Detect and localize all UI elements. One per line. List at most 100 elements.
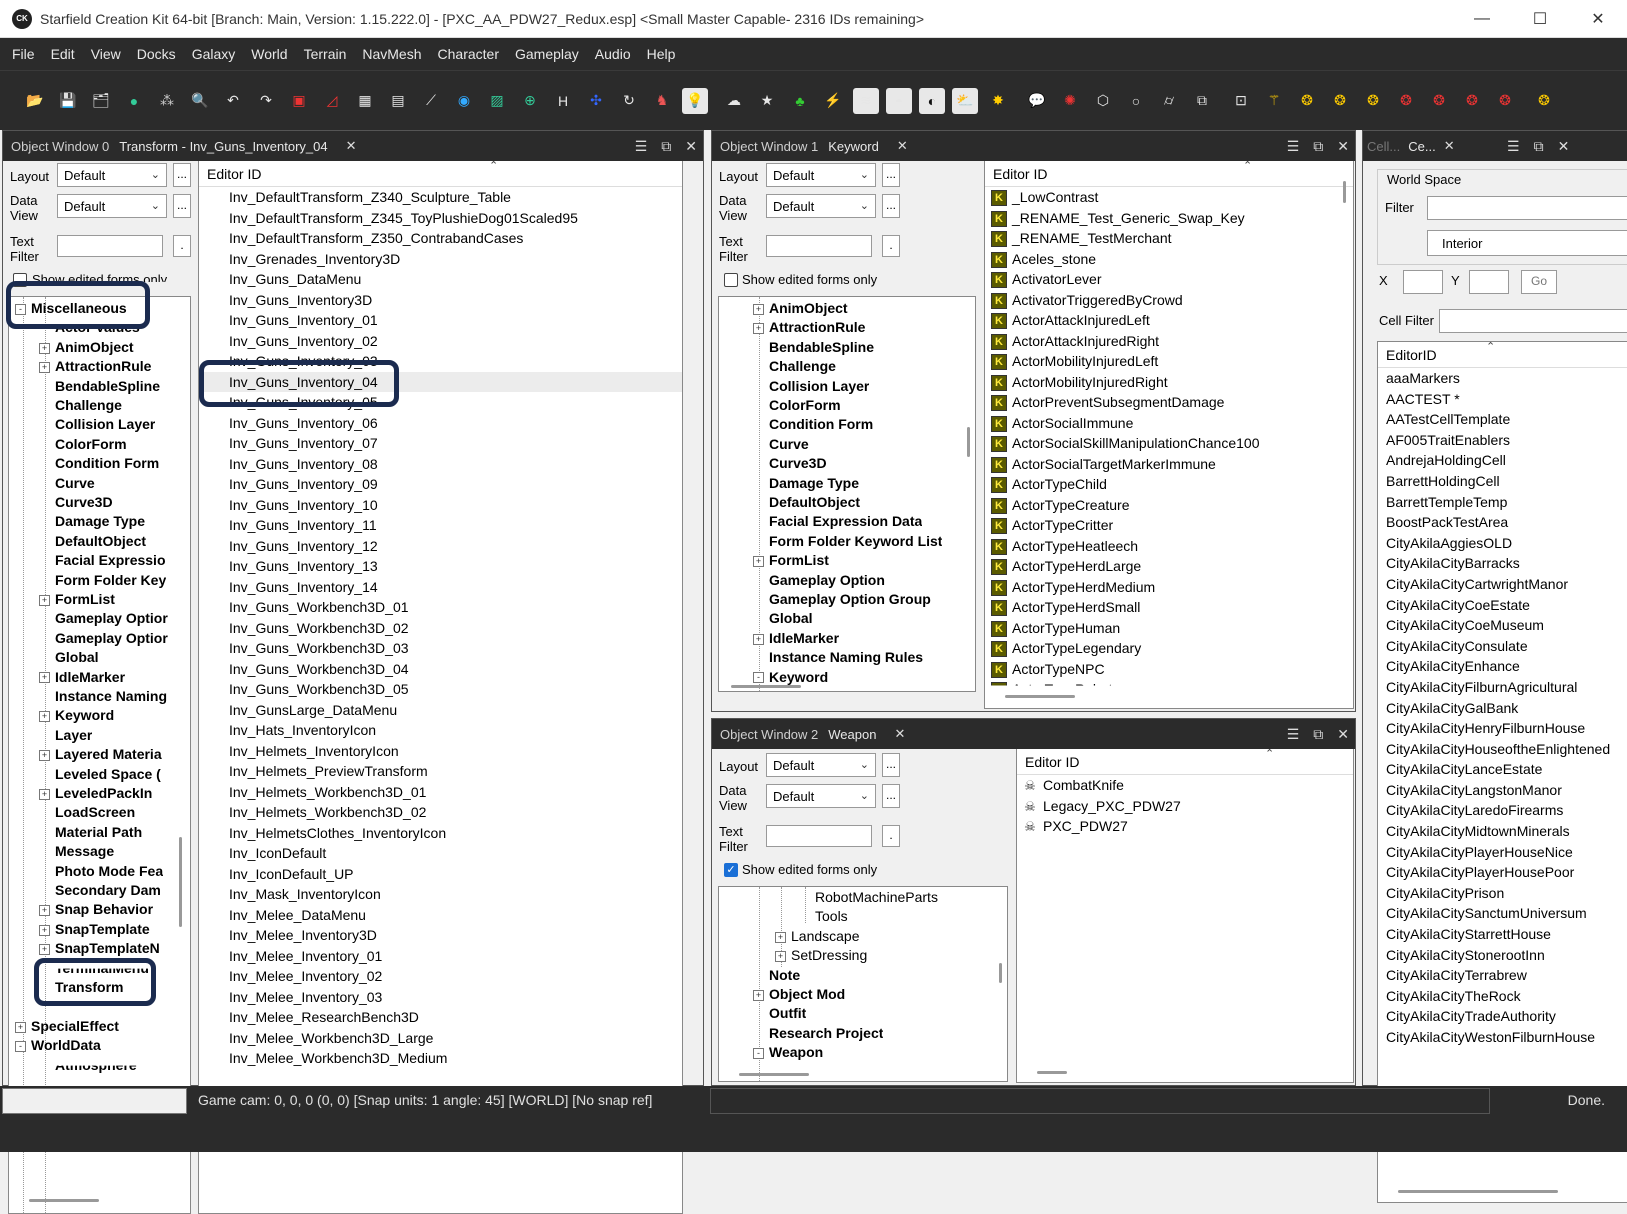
horizontal-scrollbar[interactable] xyxy=(731,685,801,688)
layout-more-button[interactable]: ... xyxy=(882,753,900,777)
tree-item[interactable]: LoadScreen xyxy=(55,803,135,822)
list-item[interactable]: Inv_GunsLarge_DataMenu xyxy=(199,700,682,721)
list-item[interactable]: AndrejaHoldingCell xyxy=(1378,450,1627,471)
list-item[interactable]: Inv_DefaultTransform_Z350_ContrabandCase… xyxy=(199,228,682,249)
menu-navmesh[interactable]: NavMesh xyxy=(354,46,429,62)
vertical-scrollbar[interactable] xyxy=(179,837,182,927)
list-item[interactable]: BoostPackTestArea xyxy=(1378,512,1627,533)
expand-icon[interactable]: + xyxy=(15,1021,26,1033)
tree-item[interactable]: Message xyxy=(55,842,114,861)
wand-icon[interactable]: ⚚ xyxy=(1261,88,1287,114)
editor-id-column-header[interactable]: Editor ID ⌃ xyxy=(199,161,682,187)
tree-item[interactable]: Challenge xyxy=(769,357,836,376)
list-item[interactable]: CityAkilaCityStonerootInn xyxy=(1378,945,1627,966)
creature-icon[interactable]: ♞ xyxy=(649,88,675,114)
y-coord-input[interactable] xyxy=(1469,270,1509,294)
text-filter-input[interactable] xyxy=(766,235,872,257)
list-item[interactable]: K ActorAttackInjuredLeft xyxy=(985,310,1353,331)
tree-item[interactable]: Form Folder Keyword List xyxy=(769,532,942,551)
open-icon[interactable]: 📂 xyxy=(22,88,48,114)
tree-item[interactable]: + IdleMarker xyxy=(39,668,125,687)
horizontal-scrollbar[interactable] xyxy=(1037,1071,1067,1074)
text-filter-input[interactable] xyxy=(57,235,163,257)
tree-item[interactable]: Tools xyxy=(815,907,848,926)
badge-h-icon[interactable]: ❂ xyxy=(1531,88,1557,114)
list-item[interactable]: CityAkilaCityConsulate xyxy=(1378,636,1627,657)
list-item[interactable]: K ActorTypeHerdLarge xyxy=(985,556,1353,577)
tree-item[interactable]: Material Path xyxy=(55,823,142,842)
layout-select[interactable]: Default ⌄ xyxy=(766,163,876,187)
list-item[interactable]: AF005TraitEnablers xyxy=(1378,430,1627,451)
find-icon[interactable]: 🔍 xyxy=(187,88,213,114)
dome-icon[interactable]: ◓ xyxy=(886,87,912,114)
list-item[interactable]: Inv_Hats_InventoryIcon xyxy=(199,720,682,741)
list-item[interactable]: K ActorPreventSubsegmentDamage xyxy=(985,392,1353,413)
tree-item[interactable]: Facial Expression Data xyxy=(769,512,922,531)
expand-icon[interactable]: + xyxy=(39,361,50,373)
expand-icon[interactable]: + xyxy=(39,672,50,684)
tree-item[interactable]: Instance Naming Rules xyxy=(769,648,923,667)
menu-character[interactable]: Character xyxy=(430,46,507,62)
network-icon[interactable]: ✣ xyxy=(583,88,609,114)
editor-id-column-header[interactable]: Editor ID ⌃ xyxy=(985,161,1353,187)
collapse-icon[interactable]: - xyxy=(753,672,764,684)
ow1-tab-keyword[interactable]: Keyword xyxy=(828,139,879,154)
light-bulb-icon[interactable]: 💡 xyxy=(682,87,708,114)
ow1-editor-id-list[interactable]: Editor ID ⌃ K _LowContrast K _RENAME_Test_Gen… xyxy=(984,161,1354,709)
bounds-icon[interactable]: ▣ xyxy=(286,88,312,114)
list-item[interactable]: Inv_Guns_Inventory_06 xyxy=(199,413,682,434)
contrast-icon[interactable]: ◐ xyxy=(919,87,945,114)
tree-item[interactable]: + AttractionRule xyxy=(39,357,151,376)
collapse-icon[interactable]: - xyxy=(753,1047,764,1059)
dataview-select[interactable]: Default ⌄ xyxy=(57,194,167,218)
list-item[interactable]: K _RENAME_TestMerchant xyxy=(985,228,1353,249)
tree-item[interactable]: Leveled Space ( xyxy=(55,765,161,784)
list-item[interactable]: K ActorTypeHerdMedium xyxy=(985,577,1353,598)
tree-item[interactable]: BendableSpline xyxy=(769,338,874,357)
vertical-scrollbar[interactable] xyxy=(967,427,970,457)
bug-icon[interactable]: ✺ xyxy=(1057,88,1083,114)
text-icon[interactable]: H xyxy=(550,88,576,114)
tree-item[interactable]: + SpecialEffect xyxy=(15,1017,119,1036)
vertical-scrollbar[interactable] xyxy=(999,963,1002,983)
preferences-icon[interactable]: 🗂 xyxy=(88,88,114,114)
ow0-tab-label[interactable]: Object Window 0 xyxy=(11,139,109,154)
box-icon[interactable]: ⧉ xyxy=(1189,88,1215,114)
horizontal-scrollbar[interactable] xyxy=(1398,1190,1558,1193)
tree-item[interactable]: Curve3D xyxy=(769,454,827,473)
float-icon[interactable]: ⧉ xyxy=(1313,726,1323,743)
ow2-tab-label[interactable]: Object Window 2 xyxy=(720,727,818,742)
list-item[interactable]: Inv_Mask_InventoryIcon xyxy=(199,884,682,905)
globe-icon[interactable]: ◉ xyxy=(451,88,477,114)
dataview-select[interactable]: Default ⌄ xyxy=(766,194,876,218)
lightning-icon[interactable]: ⚡ xyxy=(820,88,846,114)
tree-item[interactable]: Gameplay Optior xyxy=(55,629,168,648)
expand-icon[interactable]: + xyxy=(39,943,50,955)
horizontal-scrollbar[interactable] xyxy=(739,1073,809,1076)
scatter-icon[interactable]: ⁂ xyxy=(154,88,180,114)
list-item[interactable]: Inv_Guns_Workbench3D_02 xyxy=(199,618,682,639)
expand-icon[interactable]: + xyxy=(39,342,50,354)
ow2-tab-weapon[interactable]: Weapon xyxy=(828,727,876,742)
menu-edit[interactable]: Edit xyxy=(43,46,83,62)
tree-item[interactable]: - Weapon xyxy=(753,1043,823,1062)
badge-a-icon[interactable]: ❂ xyxy=(1294,88,1320,114)
list-item[interactable]: Inv_Guns_Inventory_02 xyxy=(199,331,682,352)
dataview-more-button[interactable]: ... xyxy=(882,194,900,218)
tree-item[interactable]: Instance Naming xyxy=(55,687,167,706)
tree-item[interactable]: Curve xyxy=(769,435,809,454)
expand-icon[interactable]: + xyxy=(39,905,50,917)
list-item[interactable]: Inv_Guns_Inventory_14 xyxy=(199,577,682,598)
list-item[interactable]: K ActorSocialTargetMarkerImmune xyxy=(985,454,1353,475)
close-icon[interactable]: ✕ xyxy=(1337,726,1349,743)
list-item[interactable]: Inv_DefaultTransform_Z345_ToyPlushieDog0… xyxy=(199,208,682,229)
list-item[interactable]: K ActorTypeHuman xyxy=(985,618,1353,639)
badge-f-icon[interactable]: ❂ xyxy=(1459,88,1485,114)
tree-item[interactable]: + FormList xyxy=(753,551,829,570)
tree-item[interactable]: Collision Layer xyxy=(769,377,869,396)
dataview-select[interactable]: Default ⌄ xyxy=(766,784,876,808)
tree-item[interactable]: + SnapTemplate xyxy=(39,920,150,939)
tree-item[interactable]: Atmosphere xyxy=(55,1066,137,1075)
angle-icon[interactable]: ◿ xyxy=(319,88,345,114)
list-item[interactable]: CityAkilaCityLangstonManor xyxy=(1378,780,1627,801)
